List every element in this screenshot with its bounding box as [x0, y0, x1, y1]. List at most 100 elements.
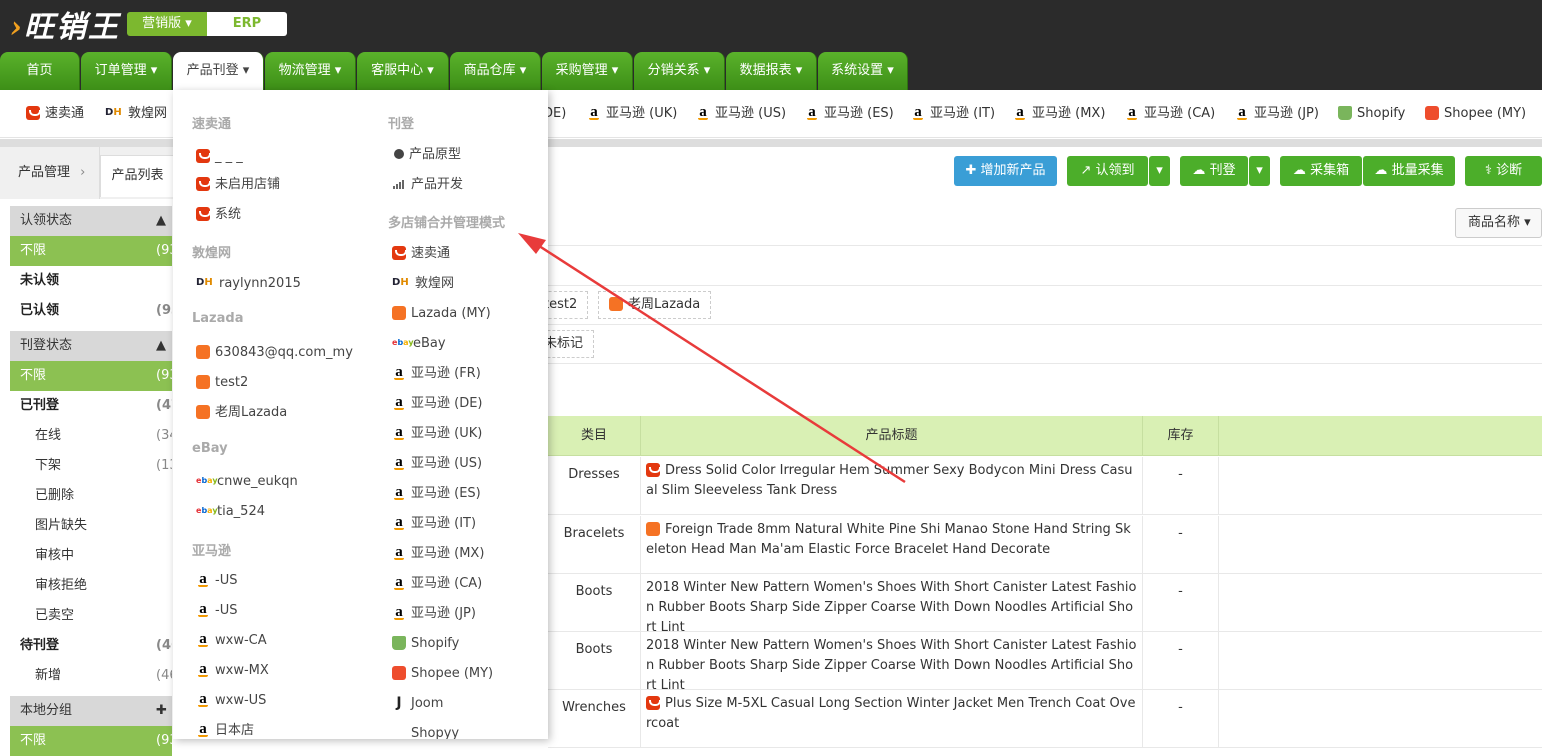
diagnose-button[interactable]: ⚕ 诊断	[1465, 156, 1542, 186]
sidebar-item-claim-all[interactable]: 不限(93	[10, 236, 172, 266]
claim-status-header[interactable]: 认领状态 ▲	[10, 206, 172, 236]
menu-item-amazon-shop[interactable]: a wxw-US	[196, 691, 266, 711]
nav-orders[interactable]: 订单管理 ▾	[81, 52, 172, 90]
collect-box-button[interactable]: ☁ 采集箱	[1280, 156, 1362, 186]
sidebar-item-new[interactable]: 新增(46	[10, 661, 172, 691]
menu-item-dhgate-shop[interactable]: DH raylynn2015	[196, 274, 301, 294]
breadcrumb-section[interactable]: 产品管理 ›	[0, 147, 100, 199]
claim-dropdown-toggle[interactable]: ▾	[1149, 156, 1170, 186]
sidebar-item-pending[interactable]: 待刊登(46	[10, 631, 172, 661]
table-row[interactable]: Boots 2018 Winter New Pattern Women's Sh…	[548, 632, 1542, 693]
table-row[interactable]: Boots 2018 Winter New Pattern Women's Sh…	[548, 574, 1542, 635]
menu-item-multi-amazon-uk[interactable]: a 亚马逊 (UK)	[392, 424, 482, 444]
row-title[interactable]: 2018 Winter New Pattern Women's Shoes Wi…	[641, 574, 1143, 635]
menu-item-amazon-shop[interactable]: a -US	[196, 571, 237, 591]
erp-button[interactable]: ERP	[207, 12, 287, 36]
menu-item-ebay-shop[interactable]: ebaycnwe_eukqn	[196, 472, 298, 492]
menu-item-multi-amazon-jp[interactable]: a 亚马逊 (JP)	[392, 604, 476, 624]
menu-item-development[interactable]: 产品开发	[392, 175, 463, 195]
add-product-button[interactable]: ✚ 增加新产品	[954, 156, 1057, 186]
publish-button[interactable]: ☁ 刊登	[1180, 156, 1248, 186]
menu-item-multi-aliexpress[interactable]: 速卖通	[392, 244, 450, 264]
column-stock[interactable]: 库存	[1143, 416, 1219, 456]
shop-chip-lazada[interactable]: 老周Lazada	[598, 291, 712, 319]
nav-warehouse[interactable]: 商品仓库 ▾	[450, 52, 541, 90]
menu-item-multi-amazon-fr[interactable]: a 亚马逊 (FR)	[392, 364, 481, 384]
sidebar-item-offline[interactable]: 下架(13	[10, 451, 172, 481]
menu-item-multi-amazon-us[interactable]: a 亚马逊 (US)	[392, 454, 482, 474]
sidebar-item-reviewing[interactable]: 审核中	[10, 541, 172, 571]
table-row[interactable]: Wrenches Plus Size M-5XL Casual Long Sec…	[548, 690, 1542, 748]
menu-item-ebay-shop[interactable]: ebaytia_524	[196, 502, 265, 522]
platform-amazon-us[interactable]: a 亚马逊 (US)	[696, 104, 786, 124]
sidebar-item-publish-all[interactable]: 不限(93	[10, 361, 172, 391]
sort-select[interactable]: 商品名称 ▾	[1455, 208, 1542, 238]
menu-item-amazon-shop[interactable]: a -US	[196, 601, 237, 621]
menu-item-amazon-shop[interactable]: a wxw-CA	[196, 631, 267, 651]
nav-publish[interactable]: 产品刊登 ▾	[173, 52, 264, 90]
platform-amazon-ca[interactable]: a 亚马逊 (CA)	[1125, 104, 1215, 124]
platform-amazon-mx[interactable]: a 亚马逊 (MX)	[1013, 104, 1105, 124]
sidebar-item-deleted[interactable]: 已删除	[10, 481, 172, 511]
publish-status-header[interactable]: 刊登状态 ▲	[10, 331, 172, 361]
menu-item-lazada-shop[interactable]: 630843@qq.com_my	[196, 343, 353, 363]
tab-product-list[interactable]: 产品列表	[100, 155, 175, 197]
menu-item-multi-ebay[interactable]: ebayeBay	[392, 334, 446, 354]
sidebar-item-missing-images[interactable]: 图片缺失	[10, 511, 172, 541]
nav-purchase[interactable]: 采购管理 ▾	[542, 52, 633, 90]
menu-item-multi-amazon-ca[interactable]: a 亚马逊 (CA)	[392, 574, 482, 594]
table-row[interactable]: Bracelets Foreign Trade 8mm Natural Whit…	[548, 516, 1542, 574]
platform-amazon-jp[interactable]: a 亚马逊 (JP)	[1235, 104, 1319, 124]
platform-amazon-uk[interactable]: a 亚马逊 (UK)	[587, 104, 677, 124]
publish-dropdown-toggle[interactable]: ▾	[1249, 156, 1270, 186]
column-category[interactable]: 类目	[548, 416, 641, 456]
edition-dropdown[interactable]: 营销版 ▾	[127, 12, 207, 36]
platform-dhgate[interactable]: DH 敦煌网	[105, 104, 167, 124]
row-title[interactable]: Plus Size M-5XL Casual Long Section Wint…	[641, 690, 1143, 748]
nav-settings[interactable]: 系统设置 ▾	[818, 52, 908, 90]
column-title[interactable]: 产品标题	[641, 416, 1143, 456]
menu-item-amazon-shop[interactable]: a 日本店	[196, 721, 254, 739]
row-title[interactable]: Dress Solid Color Irregular Hem Summer S…	[641, 457, 1143, 515]
menu-item-multi-amazon-mx[interactable]: a 亚马逊 (MX)	[392, 544, 484, 564]
platform-shopify[interactable]: Shopify	[1338, 104, 1405, 124]
menu-item-multi-dhgate[interactable]: DH 敦煌网	[392, 274, 454, 294]
nav-home[interactable]: 首页	[0, 52, 80, 90]
claim-button[interactable]: ↗ 认领到	[1067, 156, 1148, 186]
menu-item-aliexpress-inactive[interactable]: 未启用店铺	[196, 175, 280, 195]
menu-item-amazon-shop[interactable]: a wxw-MX	[196, 661, 269, 681]
menu-item-multi-lazada[interactable]: Lazada (MY)	[392, 304, 491, 324]
sidebar-item-online[interactable]: 在线(34	[10, 421, 172, 451]
menu-item-multi-amazon-de[interactable]: a 亚马逊 (DE)	[392, 394, 483, 414]
sidebar-item-rejected[interactable]: 审核拒绝	[10, 571, 172, 601]
platform-shopee[interactable]: Shopee (MY)	[1425, 104, 1526, 124]
menu-item-lazada-test2[interactable]: test2	[196, 373, 248, 393]
row-title[interactable]: Foreign Trade 8mm Natural White Pine Shi…	[641, 516, 1143, 574]
platform-amazon-it[interactable]: a 亚马逊 (IT)	[911, 104, 995, 124]
logo[interactable]: ›旺销王	[10, 2, 120, 46]
sidebar-item-group-all[interactable]: 不限(93	[10, 726, 172, 756]
nav-service[interactable]: 客服中心 ▾	[357, 52, 449, 90]
local-group-header[interactable]: 本地分组 ✚	[10, 696, 172, 726]
sidebar-item-published[interactable]: 已刊登(47	[10, 391, 172, 421]
menu-item-prototype[interactable]: 产品原型	[392, 145, 461, 165]
menu-item-multi-shopee[interactable]: Shopee (MY)	[392, 664, 493, 684]
platform-aliexpress[interactable]: 速卖通	[26, 104, 84, 124]
menu-item-aliexpress-shop[interactable]: _ _ _	[196, 147, 243, 167]
menu-item-multi-amazon-es[interactable]: a 亚马逊 (ES)	[392, 484, 481, 504]
row-title[interactable]: 2018 Winter New Pattern Women's Shoes Wi…	[641, 632, 1143, 693]
menu-item-multi-amazon-it[interactable]: a 亚马逊 (IT)	[392, 514, 476, 534]
menu-item-multi-shopyy[interactable]: Shopyy	[392, 724, 459, 739]
sidebar-item-unclaimed[interactable]: 未认领	[10, 266, 172, 296]
nav-logistics[interactable]: 物流管理 ▾	[265, 52, 356, 90]
sidebar-item-claimed[interactable]: 已认领(93	[10, 296, 172, 326]
nav-reports[interactable]: 数据报表 ▾	[726, 52, 817, 90]
menu-item-lazada-laozhou[interactable]: 老周Lazada	[196, 403, 287, 423]
batch-collect-button[interactable]: ☁ 批量采集	[1363, 156, 1455, 186]
platform-amazon-es[interactable]: a 亚马逊 (ES)	[805, 104, 894, 124]
sidebar-item-sold-out[interactable]: 已卖空	[10, 601, 172, 631]
nav-distribution[interactable]: 分销关系 ▾	[634, 52, 725, 90]
menu-item-multi-shopify[interactable]: Shopify	[392, 634, 459, 654]
menu-item-multi-joom[interactable]: J Joom	[392, 694, 443, 714]
table-row[interactable]: Dresses Dress Solid Color Irregular Hem …	[548, 457, 1542, 515]
